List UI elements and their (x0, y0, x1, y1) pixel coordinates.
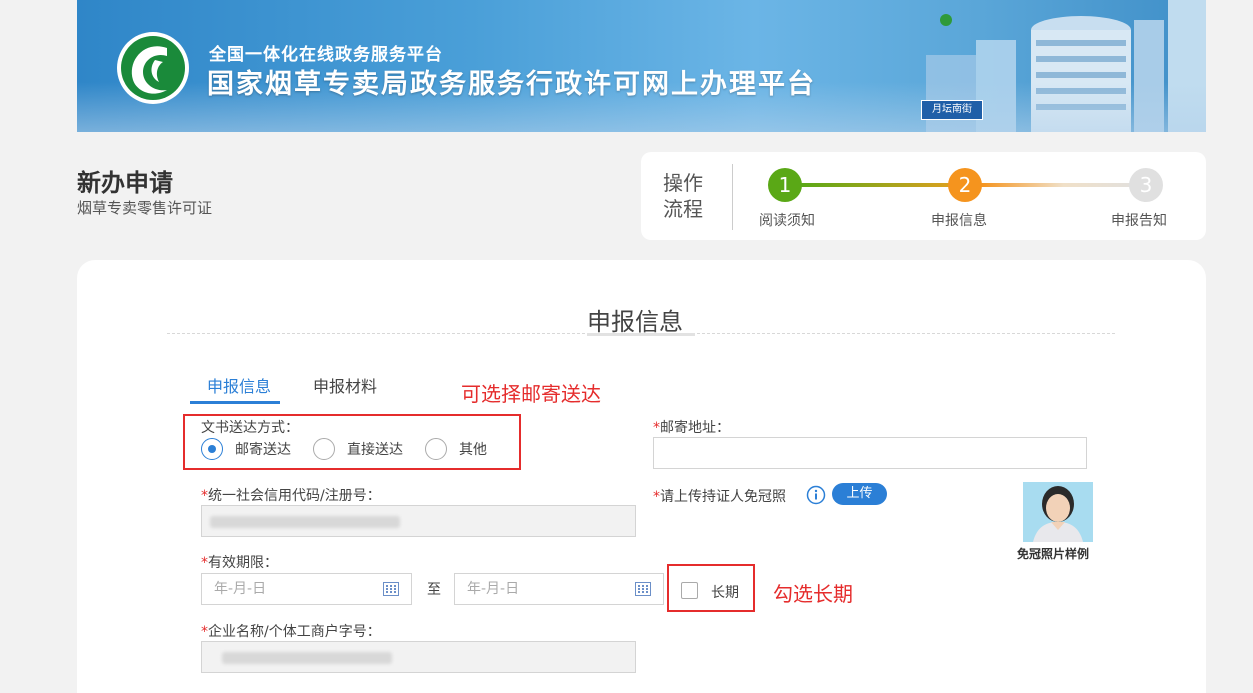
company-name-label-text: 企业名称/个体工商户字号： (208, 624, 381, 640)
required-mark: * (201, 488, 208, 504)
required-mark: * (653, 489, 660, 505)
sample-photo-caption: 免冠照片样例 (1017, 547, 1090, 561)
process-label: 操作流程 (663, 171, 703, 221)
start-date-input[interactable]: 年-月-日 (201, 573, 412, 605)
radio-label: 其他 (459, 442, 487, 458)
step-1-circle: 1 (768, 168, 802, 202)
credit-code-label: *统一社会信用代码/注册号： (201, 485, 381, 505)
sample-portrait-icon (1023, 482, 1093, 542)
long-term-label: 长期 (711, 585, 739, 601)
section-title: 申报信息 (587, 308, 683, 336)
end-date-input[interactable]: 年-月-日 (454, 573, 664, 605)
step-1-label: 阅读须知 (759, 213, 815, 229)
radio-circle-checked[interactable] (201, 438, 223, 460)
radio-direct-delivery[interactable]: 直接送达 (313, 438, 403, 460)
mail-address-label: *邮寄地址： (653, 417, 730, 437)
step-connector-2 (981, 183, 1146, 187)
tab-active-indicator (190, 401, 280, 404)
date-range-separator: 至 (427, 582, 441, 598)
validity-label: *有效期限： (201, 552, 278, 572)
company-name-label: *企业名称/个体工商户字号： (201, 621, 381, 641)
section-title-underline (587, 333, 695, 336)
redacted-value (222, 652, 392, 664)
long-term-checkbox[interactable] (681, 582, 698, 599)
mail-address-label-text: 邮寄地址： (660, 420, 730, 436)
tobacco-logo-icon (117, 32, 189, 104)
calendar-icon[interactable] (383, 582, 399, 596)
info-icon[interactable] (806, 485, 826, 505)
sample-photo (1023, 482, 1093, 542)
form-card: 申报信息 申报信息 申报材料 可选择邮寄送达 文书送达方式： 邮寄送达 直接送达… (77, 260, 1206, 693)
upload-button[interactable]: 上传 (832, 483, 887, 505)
process-divider (732, 164, 733, 230)
photo-upload-label-text: 请上传持证人免冠照 (660, 489, 786, 505)
tab-declaration-materials[interactable]: 申报材料 (313, 373, 377, 397)
page-subtitle: 烟草专卖零售许可证 (77, 199, 213, 217)
tab-declaration-info[interactable]: 申报信息 (207, 373, 271, 397)
delivery-radio-group: 邮寄送达 直接送达 其他 (201, 438, 509, 460)
start-date-placeholder: 年-月-日 (214, 581, 267, 597)
header-banner: 全国一体化在线政务服务平台 国家烟草专卖局政务服务行政许可网上办理平台 月坛南街 (77, 0, 1206, 132)
radio-label: 直接送达 (347, 442, 403, 458)
process-card: 操作流程 1 2 3 阅读须知 申报信息 申报告知 (641, 152, 1206, 240)
credit-code-label-text: 统一社会信用代码/注册号： (208, 488, 381, 504)
street-sign: 月坛南街 (921, 100, 983, 120)
radio-circle[interactable] (425, 438, 447, 460)
required-mark: * (201, 555, 208, 571)
radio-circle[interactable] (313, 438, 335, 460)
mail-address-input[interactable] (653, 437, 1087, 469)
annotation-delivery: 可选择邮寄送达 (461, 382, 601, 406)
end-date-placeholder: 年-月-日 (467, 581, 520, 597)
validity-label-text: 有效期限： (208, 555, 278, 571)
radio-other-delivery[interactable]: 其他 (425, 438, 487, 460)
step-connector-1 (801, 183, 966, 187)
step-2-label: 申报信息 (931, 213, 987, 229)
step-3-label: 申报告知 (1111, 213, 1167, 229)
annotation-long-term: 勾选长期 (773, 582, 853, 606)
step-3-circle: 3 (1129, 168, 1163, 202)
company-name-input[interactable] (201, 641, 636, 673)
page-title: 新办申请 (77, 169, 173, 197)
step-2-circle: 2 (948, 168, 982, 202)
redacted-value (210, 516, 400, 528)
credit-code-input[interactable] (201, 505, 636, 537)
delivery-label: 文书送达方式： (201, 420, 299, 436)
photo-upload-label: *请上传持证人免冠照 (653, 486, 786, 506)
radio-mail-delivery[interactable]: 邮寄送达 (201, 438, 291, 460)
required-mark: * (653, 420, 660, 436)
radio-label: 邮寄送达 (235, 442, 291, 458)
calendar-icon[interactable] (635, 582, 651, 596)
banner-title: 国家烟草专卖局政务服务行政许可网上办理平台 (207, 69, 816, 100)
required-mark: * (201, 624, 208, 640)
